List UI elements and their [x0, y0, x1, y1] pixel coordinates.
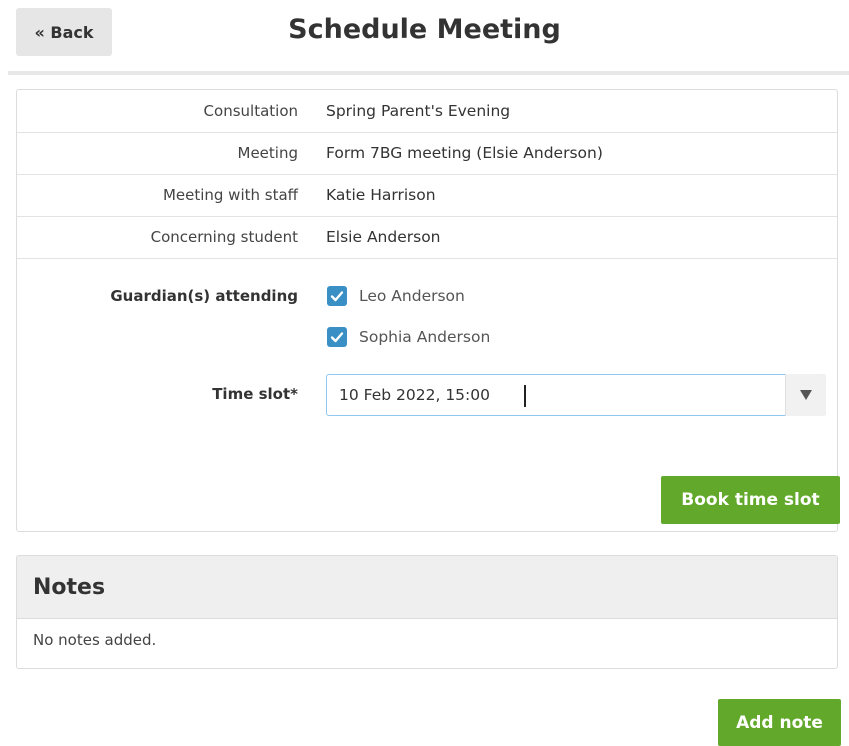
detail-row-staff: Meeting with staff Katie Harrison [17, 174, 837, 217]
detail-row-student: Concerning student Elsie Anderson [17, 216, 837, 259]
text-cursor [524, 385, 526, 407]
detail-row-consultation: Consultation Spring Parent's Evening [17, 90, 837, 133]
triangle-down-icon [800, 390, 812, 400]
detail-value: Form 7BG meeting (Elsie Anderson) [326, 144, 603, 162]
detail-value: Katie Harrison [326, 186, 436, 204]
notes-header: Notes [17, 556, 837, 619]
detail-label: Concerning student [150, 228, 298, 246]
book-time-slot-button[interactable]: Book time slot [661, 476, 840, 524]
detail-value: Elsie Anderson [326, 228, 441, 246]
page-title: Schedule Meeting [288, 14, 561, 45]
notes-panel: Notes No notes added. [16, 555, 838, 669]
guardian-name: Sophia Anderson [359, 328, 491, 346]
guardian-checkbox-sophia[interactable]: Sophia Anderson [327, 327, 490, 347]
detail-row-meeting: Meeting Form 7BG meeting (Elsie Anderson… [17, 132, 837, 175]
notes-empty-text: No notes added. [33, 631, 157, 649]
guardians-label: Guardian(s) attending [110, 287, 298, 305]
detail-label: Consultation [203, 102, 298, 120]
notes-title: Notes [33, 574, 106, 600]
detail-label: Meeting [237, 144, 298, 162]
detail-value: Spring Parent's Evening [326, 102, 511, 120]
guardian-name: Leo Anderson [359, 287, 465, 305]
detail-label: Meeting with staff [162, 186, 298, 204]
meeting-details-panel: Consultation Spring Parent's Evening Mee… [16, 89, 840, 532]
checkbox-checked-icon[interactable] [327, 286, 347, 306]
checkbox-checked-icon[interactable] [327, 327, 347, 347]
timeslot-input[interactable] [327, 374, 791, 416]
header-divider [8, 71, 849, 75]
dropdown-toggle[interactable] [785, 374, 826, 416]
timeslot-label: Time slot* [212, 385, 298, 403]
add-note-button[interactable]: Add note [718, 699, 841, 746]
guardian-checkbox-leo[interactable]: Leo Anderson [327, 286, 465, 306]
timeslot-select[interactable] [326, 374, 826, 416]
